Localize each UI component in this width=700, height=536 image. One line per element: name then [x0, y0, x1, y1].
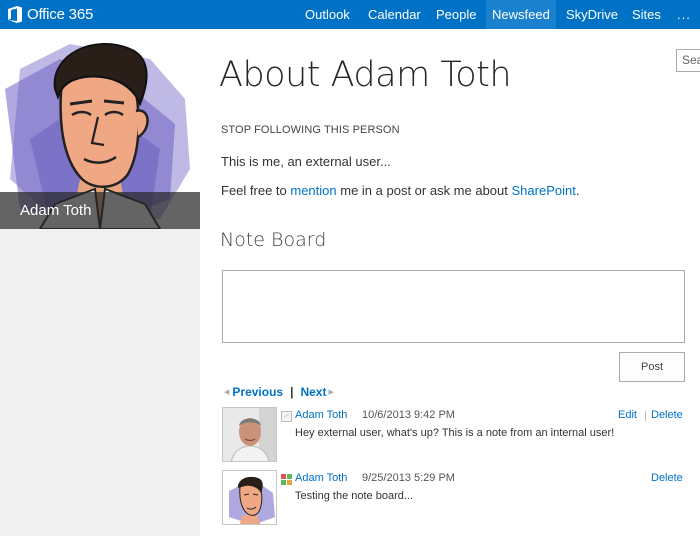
- note-delete-link[interactable]: Delete: [651, 409, 683, 421]
- nav-sites[interactable]: Sites: [632, 0, 661, 29]
- more-menu-icon[interactable]: ...: [677, 0, 691, 29]
- note-board-title: Note Board: [220, 229, 327, 251]
- search-input[interactable]: Sea: [676, 49, 700, 72]
- left-sidebar: Adam Toth: [0, 29, 200, 536]
- note-item: Adam Toth 9/25/2013 5:29 PM Testing the …: [222, 470, 692, 526]
- author-caricature-image: [223, 471, 276, 524]
- note-pager: ◀ Previous | Next ▶: [224, 385, 334, 399]
- presence-icon: [281, 411, 292, 422]
- previous-link[interactable]: Previous: [232, 385, 283, 399]
- profile-picture: Adam Toth: [0, 29, 200, 229]
- profile-name: Adam Toth: [20, 202, 92, 219]
- avatar[interactable]: [222, 470, 277, 525]
- about-suffix: .: [575, 183, 580, 198]
- office365-logo[interactable]: Office 365: [8, 0, 93, 29]
- author-photo-image: [223, 408, 276, 461]
- nav-calendar[interactable]: Calendar: [368, 0, 421, 29]
- note-delete-link[interactable]: Delete: [651, 472, 683, 484]
- next-link[interactable]: Next: [300, 385, 326, 399]
- note-text: Testing the note board...: [295, 490, 414, 502]
- sharepoint-link[interactable]: SharePoint: [512, 183, 576, 198]
- note-timestamp: 9/25/2013 5:29 PM: [362, 472, 455, 484]
- nav-people[interactable]: People: [436, 0, 476, 29]
- nav-newsfeed[interactable]: Newsfeed: [486, 0, 556, 29]
- note-action-divider: |: [644, 410, 647, 422]
- about-me-text: This is me, an external user...: [221, 154, 391, 169]
- stop-following-link[interactable]: STOP FOLLOWING THIS PERSON: [221, 124, 400, 136]
- about-middle: me in a post or ask me about: [336, 183, 512, 198]
- nav-outlook[interactable]: Outlook: [305, 0, 350, 29]
- avatar[interactable]: [222, 407, 277, 462]
- next-arrow-icon: ▶: [328, 389, 334, 396]
- suite-bar: Office 365 Outlook Calendar People Newsf…: [0, 0, 700, 29]
- nav-skydrive[interactable]: SkyDrive: [566, 0, 618, 29]
- post-button[interactable]: Post: [619, 352, 685, 382]
- page-title: About Adam Toth: [219, 55, 512, 95]
- note-item: Adam Toth 10/6/2013 9:42 PM Hey external…: [222, 407, 692, 463]
- note-edit-link[interactable]: Edit: [618, 409, 637, 421]
- about-prefix: Feel free to: [221, 183, 291, 198]
- previous-arrow-icon: ◀: [224, 389, 230, 396]
- note-text: Hey external user, what's up? This is a …: [295, 427, 615, 439]
- pager-separator: |: [290, 385, 294, 399]
- profile-name-overlay: Adam Toth: [0, 192, 200, 229]
- note-author-link[interactable]: Adam Toth: [295, 472, 347, 484]
- about-ask-me-text: Feel free to mention me in a post or ask…: [221, 183, 579, 198]
- note-timestamp: 10/6/2013 9:42 PM: [362, 409, 455, 421]
- brand-name: Office 365: [27, 6, 94, 23]
- presence-icon: [281, 474, 292, 485]
- note-input[interactable]: [222, 270, 685, 343]
- mention-link[interactable]: mention: [290, 183, 336, 198]
- note-author-link[interactable]: Adam Toth: [295, 409, 347, 421]
- office-logo-icon: [8, 6, 22, 23]
